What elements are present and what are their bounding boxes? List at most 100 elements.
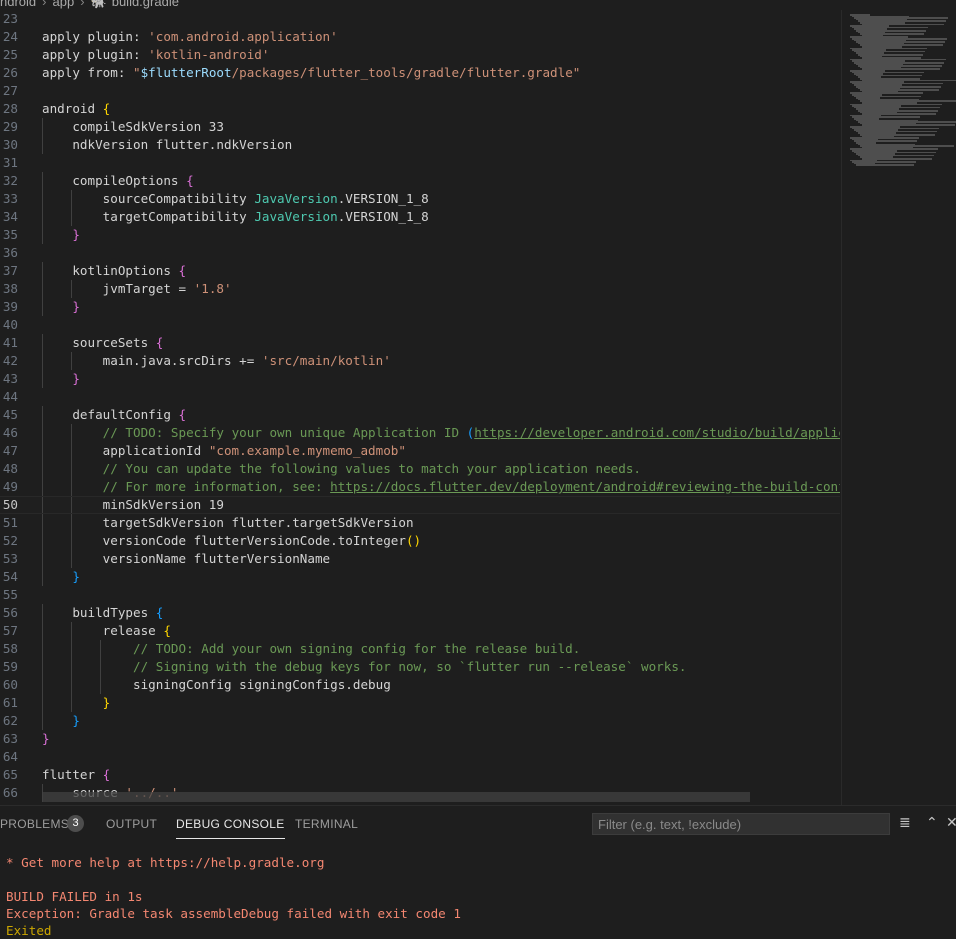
code-line[interactable]: 35 } xyxy=(0,226,840,244)
problems-count-badge: 3 xyxy=(67,815,84,832)
line-number: 37 xyxy=(2,263,18,278)
code-line[interactable]: 55 xyxy=(0,586,840,604)
code-line[interactable]: 40 xyxy=(0,316,840,334)
indent-guide xyxy=(71,640,72,658)
indent-guide xyxy=(42,532,43,550)
code-line[interactable]: 46 // TODO: Specify your own unique Appl… xyxy=(0,424,840,442)
line-number: 28 xyxy=(2,101,18,116)
indent-guide xyxy=(71,478,72,496)
chevron-up-icon[interactable]: ⌃ xyxy=(926,815,938,831)
code-text: versionCode flutterVersionCode.toInteger… xyxy=(42,533,422,548)
indent-guide xyxy=(42,712,43,730)
indent-guide xyxy=(71,676,72,694)
indent-guide xyxy=(71,514,72,532)
code-line[interactable]: 34 targetCompatibility JavaVersion.VERSI… xyxy=(0,208,840,226)
code-line[interactable]: 29 compileSdkVersion 33 xyxy=(0,118,840,136)
code-line[interactable]: 43 } xyxy=(0,370,840,388)
indent-guide xyxy=(71,460,72,478)
code-line[interactable]: 25 apply plugin: 'kotlin-android' xyxy=(0,46,840,64)
code-line[interactable]: 48 // You can update the following value… xyxy=(0,460,840,478)
line-number: 54 xyxy=(2,569,18,584)
code-line[interactable]: 44 xyxy=(0,388,840,406)
code-line[interactable]: 50 minSdkVersion 19 xyxy=(0,496,840,514)
indent-guide xyxy=(42,298,43,316)
tab-problems[interactable]: PROBLEMS xyxy=(0,817,69,831)
code-line[interactable]: 52 versionCode flutterVersionCode.toInte… xyxy=(0,532,840,550)
code-line[interactable]: 42 main.java.srcDirs += 'src/main/kotlin… xyxy=(0,352,840,370)
code-text: sourceCompatibility JavaVersion.VERSION_… xyxy=(42,191,429,206)
indent-guide xyxy=(42,622,43,640)
chevron-right-icon: › xyxy=(80,0,85,9)
tab-output[interactable]: OUTPUT xyxy=(106,817,157,831)
code-line[interactable]: 53 versionName flutterVersionName xyxy=(0,550,840,568)
code-text: // For more information, see: https://do… xyxy=(102,479,840,494)
line-number: 45 xyxy=(2,407,18,422)
code-line[interactable]: 63} xyxy=(0,730,840,748)
code-line[interactable]: 26 apply from: "$flutterRoot/packages/flu… xyxy=(0,64,840,82)
minimap[interactable] xyxy=(841,10,956,805)
line-number: 57 xyxy=(2,623,18,638)
code-line[interactable]: 54 } xyxy=(0,568,840,586)
code-line[interactable]: 61 } xyxy=(0,694,840,712)
clear-console-icon[interactable]: ≣ xyxy=(899,815,911,831)
code-text: flutter { xyxy=(42,767,111,782)
indent-guide xyxy=(42,118,43,136)
code-line[interactable]: 33 sourceCompatibility JavaVersion.VERSI… xyxy=(0,190,840,208)
code-line[interactable]: 62 } xyxy=(0,712,840,730)
line-number: 48 xyxy=(2,461,18,476)
code-line[interactable]: 65 flutter { xyxy=(0,766,840,784)
indent-guide xyxy=(42,352,43,370)
code-line[interactable]: 36 xyxy=(0,244,840,262)
tab-terminal[interactable]: TERMINAL xyxy=(295,817,358,831)
code-line[interactable]: 31 xyxy=(0,154,840,172)
indent-guide xyxy=(71,190,72,208)
indent-guide xyxy=(71,622,72,640)
tab-debug-console[interactable]: DEBUG CONSOLE xyxy=(176,817,285,839)
line-number: 65 xyxy=(2,767,18,782)
code-line[interactable]: 27 xyxy=(0,82,840,100)
line-number: 62 xyxy=(2,713,18,728)
code-line[interactable]: 41 sourceSets { xyxy=(0,334,840,352)
line-number: 51 xyxy=(2,515,18,530)
console-filter-input[interactable] xyxy=(592,813,890,835)
code-line[interactable]: 51 targetSdkVersion flutter.targetSdkVer… xyxy=(0,514,840,532)
code-text: // You can update the following values t… xyxy=(102,461,641,476)
code-text: minSdkVersion 19 xyxy=(42,497,224,512)
indent-guide xyxy=(71,532,72,550)
indent-guide xyxy=(100,676,101,694)
indent-guide xyxy=(42,406,43,424)
line-number: 42 xyxy=(2,353,18,368)
code-line[interactable]: 57 release { xyxy=(0,622,840,640)
line-number: 27 xyxy=(2,83,18,98)
code-line[interactable]: 60 signingConfig signingConfigs.debug xyxy=(0,676,840,694)
indent-guide xyxy=(42,676,43,694)
code-line[interactable]: 59 // Signing with the debug keys for no… xyxy=(0,658,840,676)
code-line[interactable]: 45 defaultConfig { xyxy=(0,406,840,424)
line-number: 25 xyxy=(2,47,18,62)
code-line[interactable]: 23 xyxy=(0,10,840,28)
breadcrumb-item-file[interactable]: build.gradle xyxy=(112,0,179,9)
code-line[interactable]: 47 applicationId "com.example.mymemo_adm… xyxy=(0,442,840,460)
breadcrumb-item-android[interactable]: ndroid xyxy=(0,0,36,9)
code-line[interactable]: 38 jvmTarget = '1.8' xyxy=(0,280,840,298)
breadcrumb-item-app[interactable]: app xyxy=(52,0,74,9)
code-editor[interactable]: 23 24 apply plugin: 'com.android.applicati… xyxy=(0,10,840,805)
indent-guide xyxy=(42,190,43,208)
close-icon[interactable]: ✕ xyxy=(946,815,956,831)
line-number: 64 xyxy=(2,749,18,764)
code-line[interactable]: 24 apply plugin: 'com.android.application… xyxy=(0,28,840,46)
code-text: } xyxy=(42,731,50,746)
code-line[interactable]: 37 kotlinOptions { xyxy=(0,262,840,280)
code-line[interactable]: 49 // For more information, see: https:/… xyxy=(0,478,840,496)
code-line[interactable]: 30 ndkVersion flutter.ndkVersion xyxy=(0,136,840,154)
code-line[interactable]: 39 } xyxy=(0,298,840,316)
code-line[interactable]: 58 // TODO: Add your own signing config … xyxy=(0,640,840,658)
code-line[interactable]: 28 android { xyxy=(0,100,840,118)
code-text: sourceSets { xyxy=(42,335,164,350)
code-line[interactable]: 32 compileOptions { xyxy=(0,172,840,190)
line-number: 34 xyxy=(2,209,18,224)
code-line[interactable]: 56 buildTypes { xyxy=(0,604,840,622)
code-text: apply from: "$flutterRoot/packages/flutt… xyxy=(42,65,581,80)
horizontal-scrollbar[interactable] xyxy=(42,792,750,802)
code-line[interactable]: 64 xyxy=(0,748,840,766)
